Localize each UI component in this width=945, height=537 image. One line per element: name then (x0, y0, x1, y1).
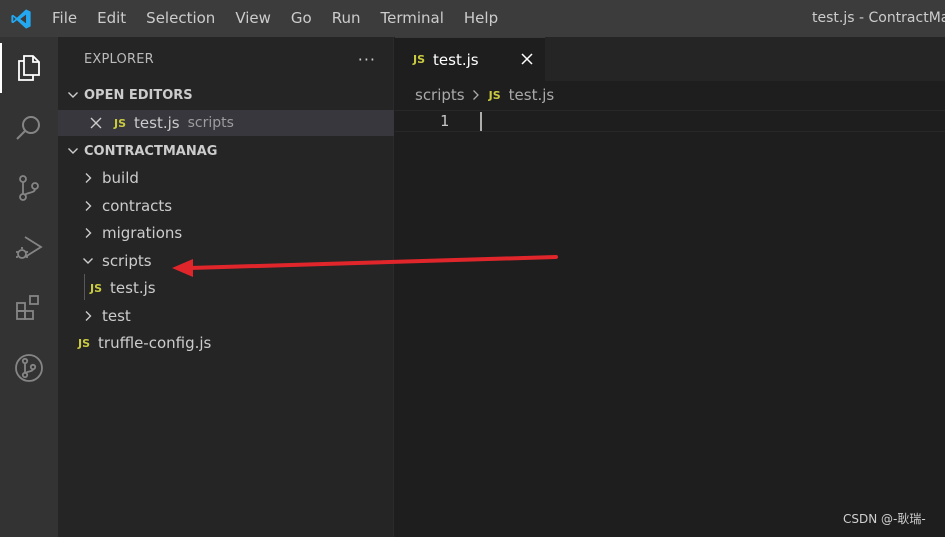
menu-help[interactable]: Help (454, 0, 508, 37)
menu-bar: File Edit Selection View Go Run Terminal… (42, 0, 508, 37)
js-file-icon: JS (78, 336, 91, 350)
js-file-icon: JS (114, 116, 127, 130)
tree-folder-test[interactable]: test (58, 303, 394, 329)
tree-folder-contracts[interactable]: contracts (58, 193, 394, 219)
menu-view[interactable]: View (225, 0, 281, 37)
open-editors-label: OPEN EDITORS (84, 87, 193, 103)
explorer-sidebar: EXPLORER ··· OPEN EDITORS JS test.js scr… (58, 37, 394, 537)
window-title: test.js - ContractMan (812, 10, 945, 26)
project-label: CONTRACTMANAG (84, 143, 218, 159)
search-icon[interactable] (0, 99, 58, 157)
tree-file-test-js[interactable]: JS test.js (58, 275, 394, 301)
menu-run[interactable]: Run (322, 0, 371, 37)
menu-file[interactable]: File (42, 0, 87, 37)
chevron-right-icon (80, 227, 96, 239)
editor-area: JS test.js scripts JS test.js 1 (395, 37, 945, 537)
breadcrumb-folder[interactable]: scripts (415, 86, 465, 104)
explorer-title: EXPLORER (84, 51, 154, 67)
open-editors-header[interactable]: OPEN EDITORS (58, 82, 394, 108)
vscode-logo-icon (0, 0, 42, 37)
activity-bar (0, 37, 58, 537)
tree-item-label: build (102, 169, 139, 187)
js-file-icon: JS (90, 281, 103, 295)
chevron-down-icon (80, 255, 96, 267)
close-tab-icon[interactable] (519, 51, 535, 67)
text-cursor (480, 112, 482, 131)
chevron-right-icon (471, 89, 481, 101)
title-bar: File Edit Selection View Go Run Terminal… (0, 0, 945, 37)
extensions-icon[interactable] (0, 279, 58, 337)
open-editor-folder: scripts (187, 115, 234, 131)
menu-selection[interactable]: Selection (136, 0, 225, 37)
breadcrumb: scripts JS test.js (415, 84, 554, 106)
tree-item-label: test (102, 307, 131, 325)
line-number: 1 (439, 112, 449, 130)
git-graph-icon[interactable] (0, 339, 58, 397)
more-actions-icon[interactable]: ··· (358, 50, 376, 69)
menu-edit[interactable]: Edit (87, 0, 136, 37)
tab-bar: JS test.js (395, 37, 945, 81)
tree-item-label: truffle-config.js (98, 334, 212, 352)
js-file-icon: JS (413, 53, 426, 66)
tree-item-label: test.js (110, 279, 156, 297)
tree-item-label: scripts (102, 252, 152, 270)
menu-terminal[interactable]: Terminal (371, 0, 454, 37)
run-debug-icon[interactable] (0, 219, 58, 277)
project-header[interactable]: CONTRACTMANAG (58, 138, 394, 164)
source-control-icon[interactable] (0, 159, 58, 217)
tab-label: test.js (433, 50, 479, 69)
chevron-down-icon (64, 145, 82, 157)
chevron-right-icon (80, 310, 96, 322)
tree-item-label: migrations (102, 224, 183, 242)
open-editor-filename: test.js (134, 114, 180, 132)
watermark: CSDN @-耿瑞- (843, 512, 926, 526)
tree-file-truffle-config[interactable]: JS truffle-config.js (58, 330, 394, 356)
chevron-right-icon (80, 172, 96, 184)
js-file-icon: JS (488, 88, 501, 102)
tree-item-label: contracts (102, 197, 173, 215)
tree-folder-build[interactable]: build (58, 165, 394, 191)
tab-test-js[interactable]: JS test.js (395, 37, 545, 81)
chevron-down-icon (64, 89, 82, 101)
tree-folder-scripts[interactable]: scripts (58, 248, 394, 274)
code-line[interactable]: 1 (395, 110, 945, 132)
close-icon[interactable] (90, 117, 102, 129)
explorer-header: EXPLORER ··· (58, 37, 394, 81)
breadcrumb-file[interactable]: test.js (509, 86, 555, 104)
chevron-right-icon (80, 200, 96, 212)
tree-folder-migrations[interactable]: migrations (58, 220, 394, 246)
explorer-icon[interactable] (0, 39, 58, 97)
menu-go[interactable]: Go (281, 0, 322, 37)
open-editor-item[interactable]: JS test.js scripts (58, 110, 394, 136)
